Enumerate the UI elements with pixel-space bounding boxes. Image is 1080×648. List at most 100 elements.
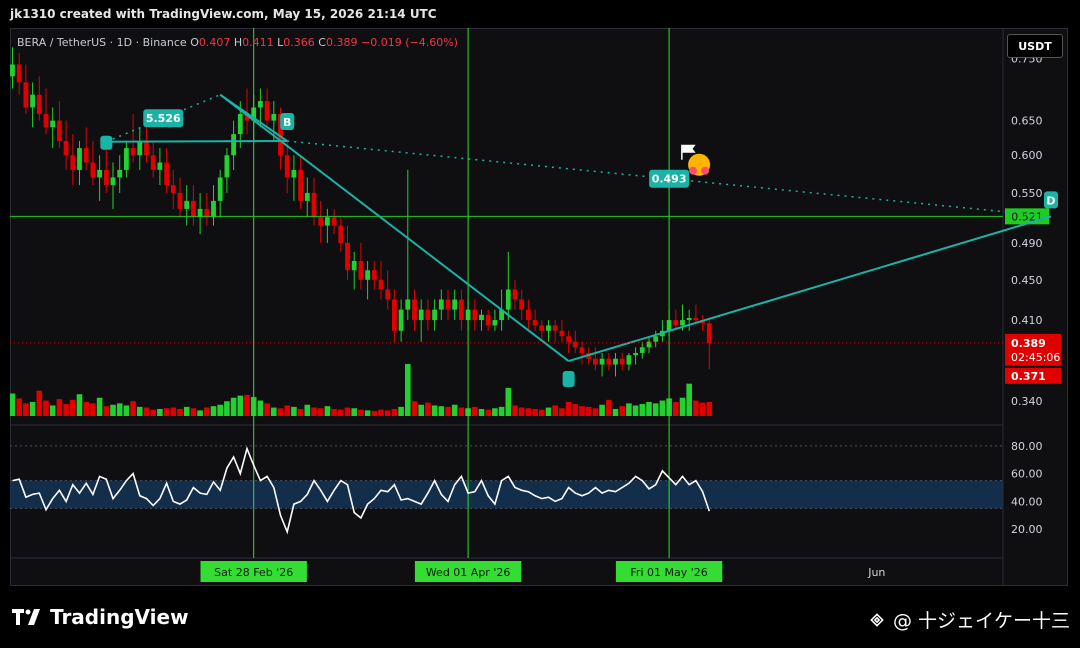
candle — [706, 323, 712, 343]
candle — [505, 289, 511, 310]
volume-bar — [646, 401, 652, 416]
pattern-point-x — [100, 135, 113, 150]
currency-button[interactable]: USDT — [1007, 34, 1063, 58]
candle — [633, 352, 638, 356]
volume-bar — [56, 399, 63, 416]
candle — [43, 113, 49, 128]
volume-bar — [505, 387, 512, 416]
volume-bar — [237, 395, 244, 416]
candle — [693, 317, 699, 321]
price-chart[interactable]: Sat 28 Feb '26 Wed 01 Apr '26 Fri 01 May '… — [10, 28, 1068, 586]
binance-diamond-icon — [870, 612, 884, 627]
candle — [438, 299, 444, 310]
candle — [311, 192, 317, 218]
tradingview-logo-icon — [12, 609, 40, 625]
volume-bar — [224, 401, 230, 416]
candle — [144, 141, 149, 156]
volume-bar — [364, 410, 371, 416]
close-value: 0.389 — [325, 36, 358, 49]
volume-bar — [579, 406, 585, 416]
candle — [526, 309, 531, 321]
volume-bar — [29, 401, 36, 416]
candle — [452, 299, 458, 310]
candle — [63, 141, 69, 156]
candle — [130, 148, 136, 156]
volume-bar — [411, 401, 418, 416]
candle — [472, 309, 478, 321]
candle — [445, 299, 451, 310]
candle — [680, 320, 685, 326]
candle — [512, 289, 518, 300]
volume-bar — [585, 406, 592, 416]
candle — [599, 358, 605, 365]
volume-bar — [559, 408, 565, 416]
candle — [492, 320, 498, 326]
volume-bar — [532, 408, 538, 416]
pattern-label-d: D — [1046, 194, 1055, 207]
rsi-band — [10, 480, 1003, 509]
volume-bar — [626, 403, 632, 416]
candle — [358, 260, 364, 280]
volume-bar — [639, 404, 646, 416]
volume-bar — [271, 407, 277, 416]
volume-bar — [572, 404, 579, 416]
candle — [432, 309, 437, 321]
candle — [10, 64, 15, 77]
pattern-label-b: B — [283, 116, 291, 129]
volume-bar — [36, 390, 43, 416]
volume-bar — [284, 405, 290, 416]
candle — [593, 358, 598, 365]
volume-bar — [686, 383, 692, 416]
volume-bar — [518, 407, 525, 416]
volume-bar — [70, 399, 76, 416]
volume-bar — [244, 394, 250, 416]
candle — [304, 192, 310, 201]
candle — [566, 336, 571, 342]
candle — [264, 101, 270, 121]
face-emoji-cheek — [701, 166, 710, 175]
volume-bar — [472, 406, 478, 416]
price-tick-label: 0.340 — [1011, 395, 1043, 408]
date-tick-label: Wed 01 Apr '26 — [426, 566, 511, 579]
volume-bar — [103, 406, 110, 416]
candle — [177, 192, 183, 209]
rsi-tick-label: 80.00 — [1011, 440, 1043, 453]
low-price-text: 0.371 — [1011, 370, 1046, 383]
volume-bar — [592, 408, 599, 416]
candle — [30, 94, 35, 108]
price-tick-label: 0.410 — [1011, 314, 1043, 327]
volume-bar — [391, 408, 398, 416]
change-value: −0.019 (−4.60%) — [360, 36, 458, 49]
top-bar: jk1310 created with TradingView.com, May… — [0, 0, 1080, 28]
candle — [378, 279, 384, 290]
candle — [57, 120, 62, 142]
open-label: O — [190, 36, 199, 49]
volume-bar — [371, 411, 378, 416]
symbol-pair: BERA / TetherUS · 1D · Binance — [17, 36, 187, 49]
volume-bar — [264, 403, 270, 416]
candle — [619, 358, 625, 365]
candle — [532, 320, 538, 326]
volume-bar — [478, 408, 485, 416]
candle — [16, 64, 22, 83]
volume-bar — [405, 364, 411, 416]
volume-bar — [76, 394, 83, 416]
volume-bar — [384, 410, 391, 416]
symbol-legend: BERA / TetherUS · 1D · Binance O0.407 H0… — [17, 36, 458, 49]
high-label: H — [233, 36, 243, 49]
volume-bar — [438, 406, 445, 416]
volume-bar — [96, 397, 103, 416]
volume-bar — [49, 405, 56, 416]
candle — [36, 94, 42, 114]
candle — [338, 225, 344, 243]
volume-bar — [157, 408, 163, 416]
candle — [539, 325, 545, 331]
volume-bar — [378, 409, 384, 416]
volume-bar — [619, 406, 625, 416]
tradingview-logo-text: TradingView — [50, 605, 189, 629]
volume-bar — [565, 401, 572, 416]
tradingview-logo[interactable]: TradingView — [12, 605, 189, 629]
candle — [459, 299, 464, 321]
candle — [425, 309, 431, 321]
volume-bar — [545, 407, 552, 416]
